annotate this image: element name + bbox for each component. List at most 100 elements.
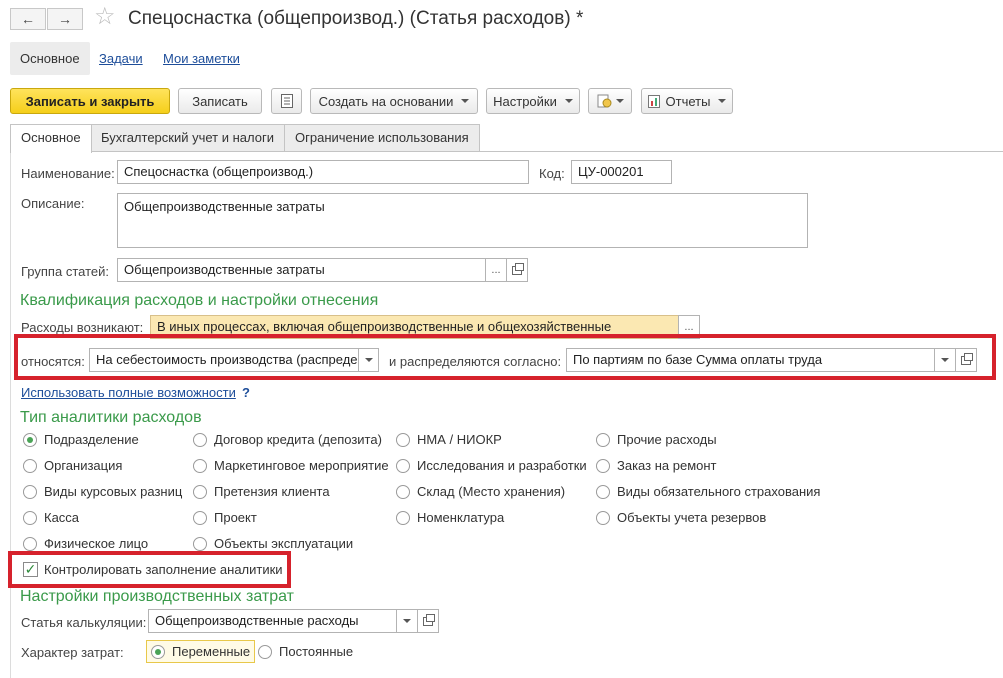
radio-project[interactable]: Проект (193, 510, 257, 525)
chevron-down-icon (403, 619, 411, 623)
favorite-star-icon[interactable]: ☆ (94, 5, 116, 29)
checkbox-checked-icon: ✓ (23, 561, 38, 577)
group-label: Группа статей: (21, 264, 109, 279)
radio-icon (193, 432, 207, 447)
calc-item-select[interactable]: Общепроизводственные расходы (148, 609, 398, 633)
create-based-on-label: Создать на основании (318, 93, 454, 109)
radio-label: Объекты эксплуатации (214, 536, 354, 551)
print-icon (597, 94, 612, 108)
print-menu-button[interactable] (588, 88, 632, 114)
radio-selected-icon (151, 644, 165, 659)
radio-constant[interactable]: Постоянные (258, 644, 353, 659)
form-border (10, 151, 11, 678)
radio-credit-contract[interactable]: Договор кредита (депозита) (193, 432, 382, 447)
open-icon (423, 613, 435, 626)
radio-department[interactable]: Подразделение (23, 432, 139, 447)
radio-operation-objects[interactable]: Объекты эксплуатации (193, 536, 353, 551)
create-based-on-button[interactable]: Создать на основании (310, 88, 478, 114)
section-tab-main[interactable]: Основное (10, 42, 90, 75)
radio-icon (596, 432, 610, 447)
code-label: Код: (539, 166, 565, 181)
radio-nomenclature[interactable]: Номенклатура (396, 510, 504, 525)
distribute-open-button[interactable] (955, 348, 977, 372)
open-icon (961, 352, 973, 365)
code-field[interactable]: ЦУ-000201 (571, 160, 672, 184)
radio-icon (193, 510, 207, 525)
tab-main[interactable]: Основное (10, 124, 92, 153)
reports-button[interactable]: Отчеты (641, 88, 733, 114)
chevron-down-icon (616, 99, 624, 103)
description-field[interactable]: Общепроизводственные затраты (117, 193, 808, 248)
radio-reserves[interactable]: Объекты учета резервов (596, 510, 766, 525)
radio-label: Склад (Место хранения) (417, 484, 566, 499)
section-tab-tasks[interactable]: Задачи (89, 42, 153, 75)
name-field[interactable]: Спецоснастка (общепроизвод.) (117, 160, 529, 184)
radio-label: Договор кредита (депозита) (214, 432, 382, 447)
radio-marketing-event[interactable]: Маркетинговое мероприятие (193, 458, 389, 473)
full-capabilities-link[interactable]: Использовать полные возможности (21, 385, 236, 400)
name-label: Наименование: (21, 166, 115, 181)
distribute-select[interactable]: По партиям по базе Сумма оплаты труда (566, 348, 936, 372)
chevron-down-icon (461, 99, 470, 103)
relate-select[interactable]: На себестоимость производства (распреде (89, 348, 359, 372)
radio-variable[interactable]: Переменные (146, 640, 256, 663)
save-and-close-button[interactable]: Записать и закрыть (10, 88, 170, 114)
group-open-button[interactable] (506, 258, 528, 282)
radio-icon (23, 458, 37, 473)
group-field[interactable]: Общепроизводственные затраты (117, 258, 486, 282)
radio-icon (396, 484, 410, 499)
radio-intangible-assets[interactable]: НМА / НИОКР (396, 432, 502, 447)
radio-icon (596, 484, 610, 499)
radio-label: Объекты учета резервов (617, 510, 767, 525)
tab-usage-restriction[interactable]: Ограничение использования (284, 124, 480, 152)
document-list-button[interactable] (271, 88, 302, 114)
radio-organization[interactable]: Организация (23, 458, 122, 473)
radio-other-expenses[interactable]: Прочие расходы (596, 432, 717, 447)
radio-icon (396, 510, 410, 525)
report-icon (647, 94, 660, 108)
radio-icon (596, 458, 610, 473)
radio-label: Исследования и разработки (417, 458, 587, 473)
group-choose-button[interactable]: ... (485, 258, 507, 282)
radio-icon (23, 484, 37, 499)
radio-icon (23, 510, 37, 525)
calc-item-open-button[interactable] (417, 609, 439, 633)
radio-label: Прочие расходы (617, 432, 717, 447)
relate-dropdown-button[interactable] (358, 348, 379, 372)
radio-cash-desk[interactable]: Касса (23, 510, 79, 525)
chevron-down-icon (941, 358, 949, 362)
radio-icon (396, 432, 410, 447)
radio-label: Виды обязательного страхования (617, 484, 821, 499)
save-button[interactable]: Записать (178, 88, 262, 114)
radio-client-claim[interactable]: Претензия клиента (193, 484, 330, 499)
control-analytics-checkbox[interactable]: ✓ Контролировать заполнение аналитики (23, 562, 283, 577)
back-arrow-icon: ← (21, 11, 35, 27)
radio-exchange-differences[interactable]: Виды курсовых разниц (23, 484, 182, 499)
radio-repair-order[interactable]: Заказ на ремонт (596, 458, 717, 473)
settings-button[interactable]: Настройки (486, 88, 580, 114)
radio-label: Касса (44, 510, 80, 525)
calc-item-dropdown-button[interactable] (396, 609, 418, 633)
chevron-down-icon (364, 358, 373, 362)
forward-button[interactable]: → (47, 8, 83, 30)
radio-label: Маркетинговое мероприятие (214, 458, 389, 473)
distribute-label: и распределяются согласно: (389, 354, 562, 369)
tab-accounting-taxes[interactable]: Бухгалтерский учет и налоги (90, 124, 285, 152)
calc-item-label: Статья калькуляции: (21, 615, 147, 630)
help-icon[interactable]: ? (242, 385, 250, 400)
chevron-down-icon (564, 99, 573, 103)
ellipsis-icon: ... (684, 321, 694, 333)
section-tab-notes[interactable]: Мои заметки (153, 42, 250, 75)
radio-warehouse[interactable]: Склад (Место хранения) (396, 484, 565, 499)
distribute-dropdown-button[interactable] (934, 348, 956, 372)
radio-research[interactable]: Исследования и разработки (396, 458, 587, 473)
open-icon (512, 262, 524, 275)
radio-insurance-types[interactable]: Виды обязательного страхования (596, 484, 820, 499)
radio-label: Заказ на ремонт (617, 458, 717, 473)
radio-label: Постоянные (279, 644, 354, 659)
radio-individual[interactable]: Физическое лицо (23, 536, 148, 551)
back-button[interactable]: ← (10, 8, 46, 30)
radio-label: Проект (214, 510, 257, 525)
window-title: Спецоснастка (общепроизвод.) (Статья рас… (128, 8, 584, 29)
settings-label: Настройки (493, 93, 557, 109)
